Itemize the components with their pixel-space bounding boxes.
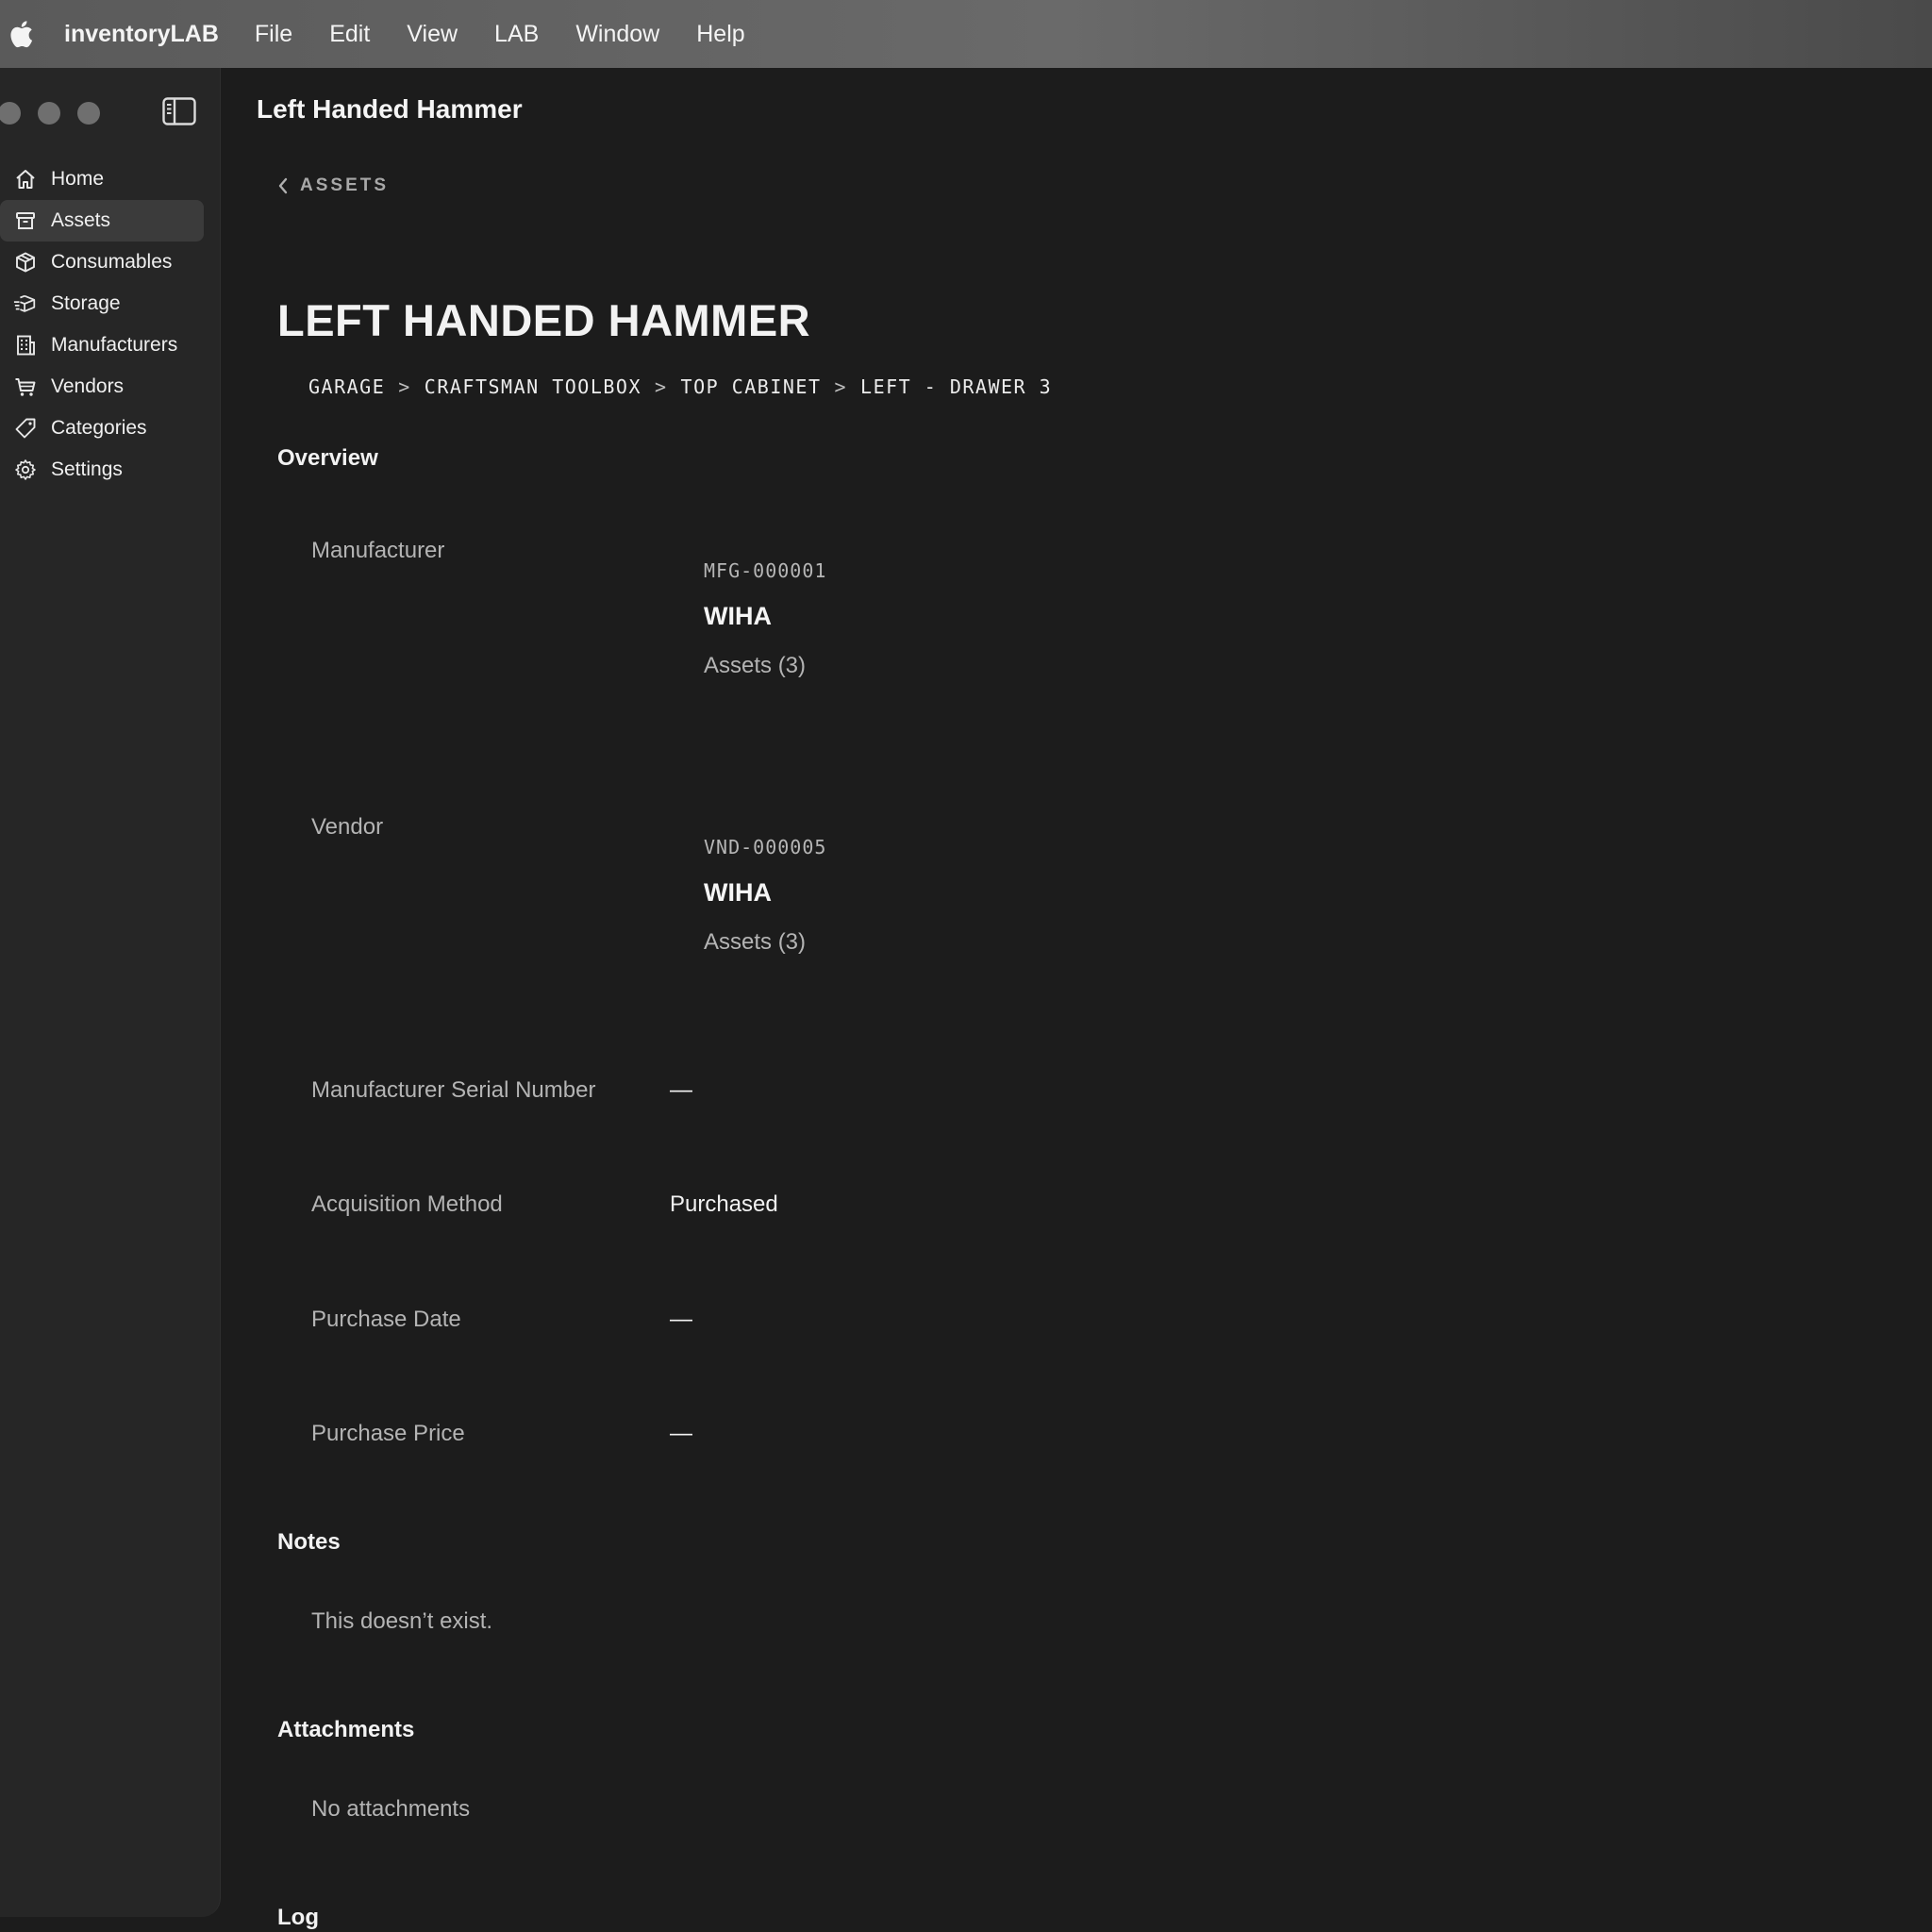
sidebar-item-label: Manufacturers bbox=[51, 334, 178, 356]
close-window-button[interactable] bbox=[0, 102, 21, 125]
breadcrumb-separator: > bbox=[655, 375, 668, 398]
manufacturer-code: MFG-000001 bbox=[704, 559, 827, 582]
vendor-label: Vendor bbox=[311, 814, 384, 840]
back-to-assets-link[interactable]: ASSETS bbox=[277, 175, 389, 196]
purchase-price-value: — bbox=[670, 1421, 692, 1446]
breadcrumb-separator: > bbox=[834, 375, 848, 398]
overview-heading: Overview bbox=[277, 445, 378, 471]
sidebar-item-storage[interactable]: Storage bbox=[0, 283, 220, 325]
sidebar-toggle-icon[interactable] bbox=[162, 97, 196, 125]
sidebar-item-vendors[interactable]: Vendors bbox=[0, 366, 220, 408]
location-segment[interactable]: GARAGE bbox=[308, 375, 385, 398]
sidebar-item-manufacturers[interactable]: Manufacturers bbox=[0, 325, 220, 366]
menu-bar: inventoryLAB File Edit View LAB Window H… bbox=[0, 0, 1932, 68]
sidebar-item-categories[interactable]: Categories bbox=[0, 408, 220, 449]
attachments-heading: Attachments bbox=[277, 1717, 415, 1742]
menu-window[interactable]: Window bbox=[575, 21, 659, 48]
minimize-window-button[interactable] bbox=[38, 102, 60, 125]
manufacturer-assets-link[interactable]: Assets (3) bbox=[704, 653, 806, 679]
serial-number-label: Manufacturer Serial Number bbox=[311, 1077, 596, 1103]
sidebar-item-home[interactable]: Home bbox=[0, 158, 220, 200]
sidebar-nav: Home Assets Consumables Storage Manufact… bbox=[0, 158, 220, 491]
serial-number-value: — bbox=[670, 1077, 692, 1103]
tag-icon bbox=[13, 416, 38, 441]
back-label: ASSETS bbox=[300, 175, 390, 195]
sidebar-item-consumables[interactable]: Consumables bbox=[0, 242, 220, 283]
menu-file[interactable]: File bbox=[255, 21, 292, 48]
zoom-window-button[interactable] bbox=[77, 102, 100, 125]
location-segment[interactable]: TOP CABINET bbox=[681, 375, 822, 398]
sidebar-item-label: Categories bbox=[51, 417, 147, 439]
menu-view[interactable]: View bbox=[407, 21, 458, 48]
manufacturer-label: Manufacturer bbox=[311, 538, 445, 563]
vendor-assets-link[interactable]: Assets (3) bbox=[704, 929, 806, 956]
archive-box-icon bbox=[13, 208, 38, 233]
gear-icon bbox=[13, 458, 38, 482]
sidebar-item-label: Vendors bbox=[51, 375, 125, 397]
acquisition-method-label: Acquisition Method bbox=[311, 1191, 503, 1217]
sidebar-item-assets[interactable]: Assets bbox=[0, 200, 204, 242]
page-title: LEFT HANDED HAMMER bbox=[277, 295, 811, 345]
sidebar-item-label: Assets bbox=[51, 209, 111, 231]
sidebar-item-settings[interactable]: Settings bbox=[0, 449, 220, 491]
attachments-empty-text: No attachments bbox=[311, 1796, 471, 1822]
building-icon bbox=[13, 333, 38, 358]
sidebar-item-label: Home bbox=[51, 168, 105, 190]
chevron-left-icon bbox=[278, 177, 288, 194]
menu-edit[interactable]: Edit bbox=[329, 21, 370, 48]
sidebar: Home Assets Consumables Storage Manufact… bbox=[0, 68, 221, 1917]
cube-icon bbox=[13, 250, 38, 275]
manufacturer-name-link[interactable]: WIHA bbox=[704, 602, 772, 631]
breadcrumb-separator: > bbox=[398, 375, 411, 398]
location-breadcrumb: GARAGE > CRAFTSMAN TOOLBOX > TOP CABINET > LEF… bbox=[308, 375, 1052, 398]
notes-heading: Notes bbox=[277, 1529, 341, 1555]
house-icon bbox=[13, 167, 38, 192]
sidebar-item-label: Settings bbox=[51, 458, 123, 480]
location-segment[interactable]: CRAFTSMAN TOOLBOX bbox=[425, 375, 641, 398]
menu-help[interactable]: Help bbox=[696, 21, 744, 48]
purchase-price-label: Purchase Price bbox=[311, 1421, 465, 1446]
apple-logo-icon[interactable] bbox=[6, 18, 34, 50]
window-title: Left Handed Hammer bbox=[257, 94, 523, 124]
menu-app-name[interactable]: inventoryLAB bbox=[64, 21, 219, 48]
sidebar-item-label: Storage bbox=[51, 292, 121, 314]
menu-lab[interactable]: LAB bbox=[494, 21, 539, 48]
location-segment[interactable]: LEFT - DRAWER 3 bbox=[860, 375, 1052, 398]
sidebar-item-label: Consumables bbox=[51, 251, 173, 273]
log-heading: Log bbox=[277, 1905, 319, 1930]
acquisition-method-value: Purchased bbox=[670, 1191, 778, 1217]
package-stack-icon bbox=[13, 291, 38, 316]
purchase-date-value: — bbox=[670, 1307, 692, 1332]
vendor-code: VND-000005 bbox=[704, 836, 827, 858]
app-window: Home Assets Consumables Storage Manufact… bbox=[0, 68, 1932, 1932]
purchase-date-label: Purchase Date bbox=[311, 1307, 461, 1332]
cart-icon bbox=[13, 375, 38, 399]
vendor-name-link[interactable]: WIHA bbox=[704, 878, 772, 908]
notes-text: This doesn’t exist. bbox=[311, 1608, 493, 1634]
